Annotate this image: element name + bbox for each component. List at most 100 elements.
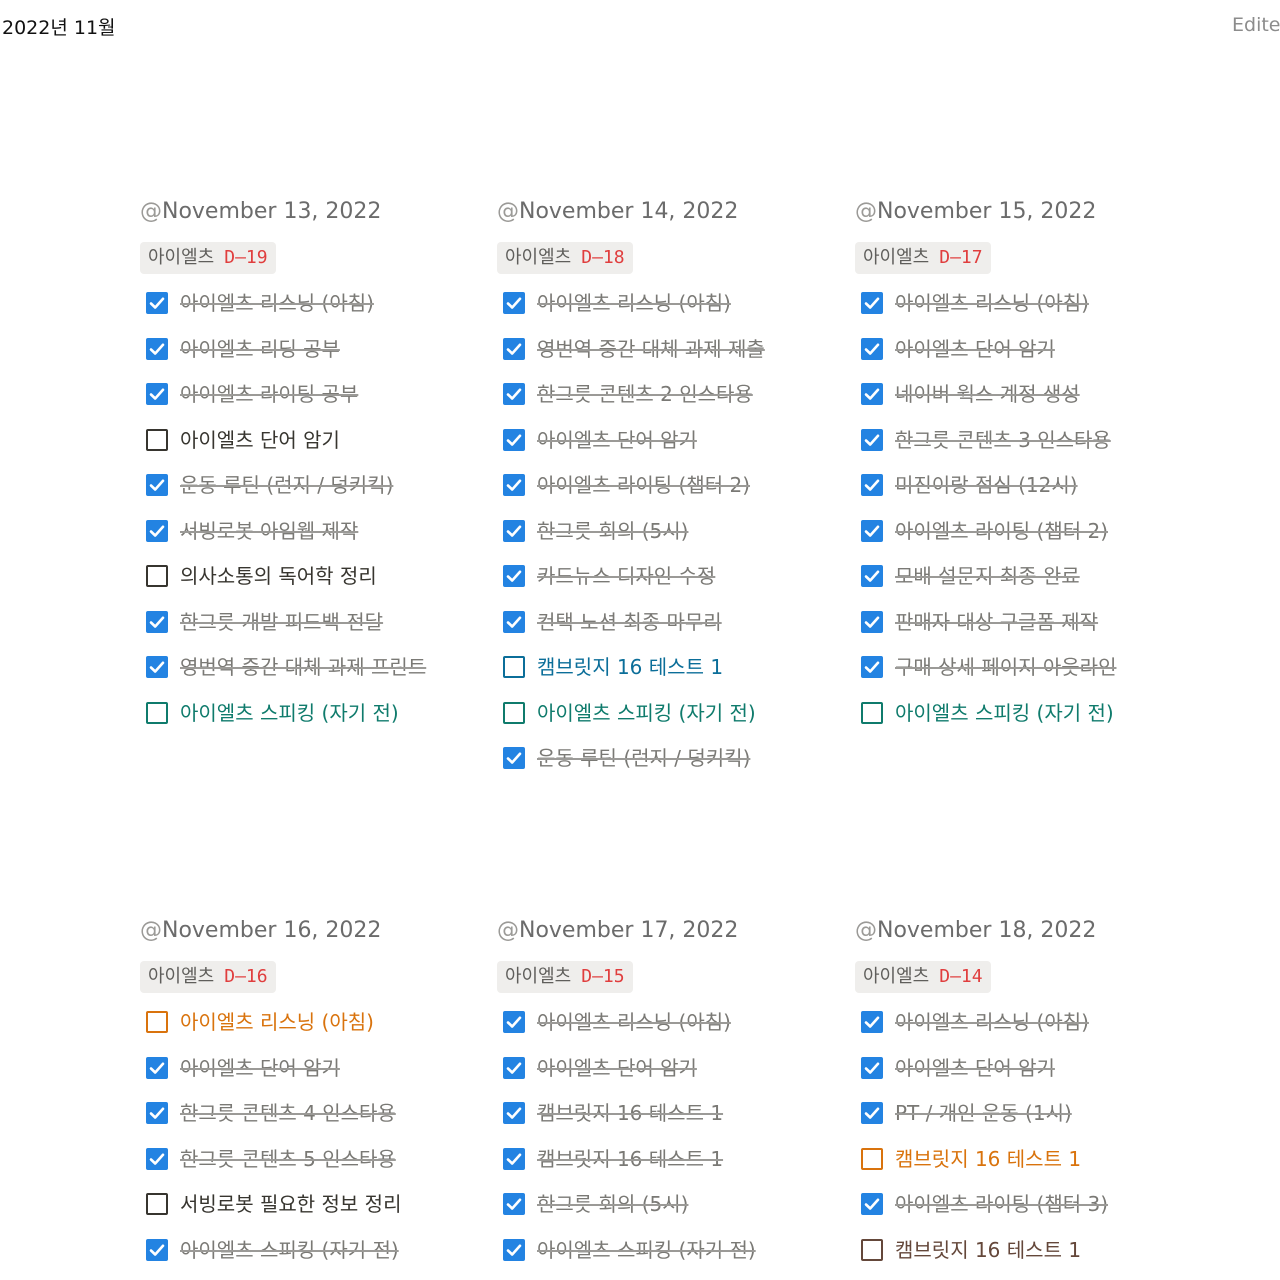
todo-text[interactable]: 한그릇 회의 (5시) <box>537 1187 817 1221</box>
todo-text[interactable]: 아이엘츠 리스닝 (아침) <box>537 286 817 320</box>
checked-checkbox-icon[interactable] <box>503 428 525 451</box>
unchecked-checkbox-icon[interactable] <box>146 565 168 587</box>
todo-text[interactable]: 네이버 웍스 계정 생성 <box>895 377 1175 411</box>
todo-text[interactable]: 아이엘츠 스피킹 (자기 전) <box>537 696 817 730</box>
todo-text[interactable]: 아이엘츠 리스닝 (아침) <box>180 286 460 320</box>
checked-checkbox-icon[interactable] <box>503 1102 525 1124</box>
date-mention[interactable]: @November 18, 2022 <box>855 917 1175 945</box>
checked-checkbox-icon[interactable] <box>861 656 883 678</box>
checked-checkbox-icon[interactable] <box>146 337 168 360</box>
todo-text[interactable]: 캠브릿지 16 테스트 1 <box>537 1142 817 1176</box>
todo-text[interactable]: 한그릇 개발 피드백 전달 <box>180 605 460 639</box>
checked-checkbox-icon[interactable] <box>503 565 525 587</box>
todo-text[interactable]: 아이엘츠 스피킹 (자기 전) <box>180 696 460 730</box>
checked-checkbox-icon[interactable] <box>861 474 883 496</box>
checked-checkbox-icon[interactable] <box>146 1056 168 1079</box>
unchecked-checkbox-icon[interactable] <box>861 701 883 724</box>
checked-checkbox-icon[interactable] <box>146 656 168 678</box>
todo-text[interactable]: 아이엘츠 스피킹 (자기 전) <box>180 1233 460 1267</box>
checked-checkbox-icon[interactable] <box>503 519 525 542</box>
todo-text[interactable]: 한그릇 콘텐츠 5 인스타용 <box>180 1142 460 1176</box>
todo-text[interactable]: 아이엘츠 단어 암기 <box>895 1051 1175 1085</box>
todo-text[interactable]: 아이엘츠 라이팅 (챕터 2) <box>537 468 817 502</box>
todo-text[interactable]: PT / 개인 운동 (1시) <box>895 1096 1175 1130</box>
date-mention[interactable]: @November 13, 2022 <box>140 198 460 226</box>
checked-checkbox-icon[interactable] <box>861 383 883 405</box>
date-mention[interactable]: @November 14, 2022 <box>497 198 817 226</box>
todo-text[interactable]: 영번역 중간 대체 과제 제출 <box>537 332 817 366</box>
unchecked-checkbox-icon[interactable] <box>146 1193 168 1215</box>
todo-text[interactable]: 모배 설문지 최종 완료 <box>895 559 1175 593</box>
todo-text[interactable]: 한그릇 콘텐츠 2 인스타용 <box>537 377 817 411</box>
todo-text[interactable]: 아이엘츠 리스닝 (아침) <box>180 1005 460 1039</box>
todo-text[interactable]: 아이엘츠 리딩 공부 <box>180 332 460 366</box>
unchecked-checkbox-icon[interactable] <box>503 656 525 678</box>
todo-text[interactable]: 캠브릿지 16 테스트 1 <box>895 1142 1175 1176</box>
todo-text[interactable]: 아이엘츠 리스닝 (아침) <box>895 1005 1175 1039</box>
checked-checkbox-icon[interactable] <box>861 337 883 360</box>
checked-checkbox-icon[interactable] <box>861 519 883 542</box>
todo-text[interactable]: 운동 루틴 (런지 / 덩키킥) <box>537 741 817 775</box>
todo-text[interactable]: 운동 루틴 (런지 / 덩키킥) <box>180 468 460 502</box>
todo-text[interactable]: 아이엘츠 라이팅 (챕터 3) <box>895 1187 1175 1221</box>
todo-text[interactable]: 아이엘츠 단어 암기 <box>537 423 817 457</box>
todo-text[interactable]: 서빙로봇 필요한 정보 정리 <box>180 1187 460 1221</box>
todo-text[interactable]: 판매자 대상 구글폼 제작 <box>895 605 1175 639</box>
checked-checkbox-icon[interactable] <box>146 292 168 314</box>
todo-text[interactable]: 캠브릿지 16 테스트 1 <box>537 650 817 684</box>
todo-text[interactable]: 영번역 중간 대체 과제 프린트 <box>180 650 460 684</box>
todo-text[interactable]: 아이엘츠 리스닝 (아침) <box>895 286 1175 320</box>
checked-checkbox-icon[interactable] <box>146 519 168 542</box>
checked-checkbox-icon[interactable] <box>503 1147 525 1170</box>
checked-checkbox-icon[interactable] <box>146 1238 168 1261</box>
unchecked-checkbox-icon[interactable] <box>503 701 525 724</box>
checked-checkbox-icon[interactable] <box>146 474 168 496</box>
todo-text[interactable]: 미진이랑 점심 (12시) <box>895 468 1175 502</box>
todo-text[interactable]: 아이엘츠 리스닝 (아침) <box>537 1005 817 1039</box>
checked-checkbox-icon[interactable] <box>503 1193 525 1215</box>
todo-text[interactable]: 한그릇 회의 (5시) <box>537 514 817 548</box>
unchecked-checkbox-icon[interactable] <box>861 1147 883 1170</box>
checked-checkbox-icon[interactable] <box>503 1056 525 1079</box>
checked-checkbox-icon[interactable] <box>503 610 525 633</box>
checked-checkbox-icon[interactable] <box>503 292 525 314</box>
todo-text[interactable]: 캠브릿지 16 테스트 1 <box>537 1096 817 1130</box>
checked-checkbox-icon[interactable] <box>503 337 525 360</box>
unchecked-checkbox-icon[interactable] <box>146 701 168 724</box>
todo-text[interactable]: 아이엘츠 단어 암기 <box>180 423 460 457</box>
date-mention[interactable]: @November 15, 2022 <box>855 198 1175 226</box>
todo-text[interactable]: 서빙로봇 아임웹 제작 <box>180 514 460 548</box>
checked-checkbox-icon[interactable] <box>503 474 525 496</box>
checked-checkbox-icon[interactable] <box>503 1011 525 1033</box>
checked-checkbox-icon[interactable] <box>861 292 883 314</box>
todo-text[interactable]: 아이엘츠 라이팅 (챕터 2) <box>895 514 1175 548</box>
date-mention[interactable]: @November 17, 2022 <box>497 917 817 945</box>
checked-checkbox-icon[interactable] <box>146 610 168 633</box>
checked-checkbox-icon[interactable] <box>861 1193 883 1215</box>
todo-text[interactable]: 구매 상세 페이지 아웃라인 <box>895 650 1175 684</box>
todo-text[interactable]: 아이엘츠 단어 암기 <box>537 1051 817 1085</box>
todo-text[interactable]: 한그릇 콘텐츠 3 인스타용 <box>895 423 1175 457</box>
todo-text[interactable]: 아이엘츠 스피킹 (자기 전) <box>537 1233 817 1267</box>
checked-checkbox-icon[interactable] <box>146 1102 168 1124</box>
checked-checkbox-icon[interactable] <box>861 565 883 587</box>
todo-text[interactable]: 캠브릿지 16 테스트 1 <box>895 1233 1175 1267</box>
checked-checkbox-icon[interactable] <box>503 747 525 769</box>
unchecked-checkbox-icon[interactable] <box>146 428 168 451</box>
checked-checkbox-icon[interactable] <box>503 383 525 405</box>
checked-checkbox-icon[interactable] <box>861 1011 883 1033</box>
checked-checkbox-icon[interactable] <box>861 610 883 633</box>
todo-text[interactable]: 의사소통의 독어학 정리 <box>180 559 460 593</box>
todo-text[interactable]: 아이엘츠 단어 암기 <box>895 332 1175 366</box>
todo-text[interactable]: 아이엘츠 단어 암기 <box>180 1051 460 1085</box>
checked-checkbox-icon[interactable] <box>861 428 883 451</box>
date-mention[interactable]: @November 16, 2022 <box>140 917 460 945</box>
todo-text[interactable]: 아이엘츠 스피킹 (자기 전) <box>895 696 1175 730</box>
checked-checkbox-icon[interactable] <box>861 1102 883 1124</box>
checked-checkbox-icon[interactable] <box>146 383 168 405</box>
todo-text[interactable]: 카드뉴스 디자인 수정 <box>537 559 817 593</box>
checked-checkbox-icon[interactable] <box>503 1238 525 1261</box>
todo-text[interactable]: 한그릇 콘텐츠 4 인스타용 <box>180 1096 460 1130</box>
unchecked-checkbox-icon[interactable] <box>861 1238 883 1261</box>
unchecked-checkbox-icon[interactable] <box>146 1011 168 1033</box>
